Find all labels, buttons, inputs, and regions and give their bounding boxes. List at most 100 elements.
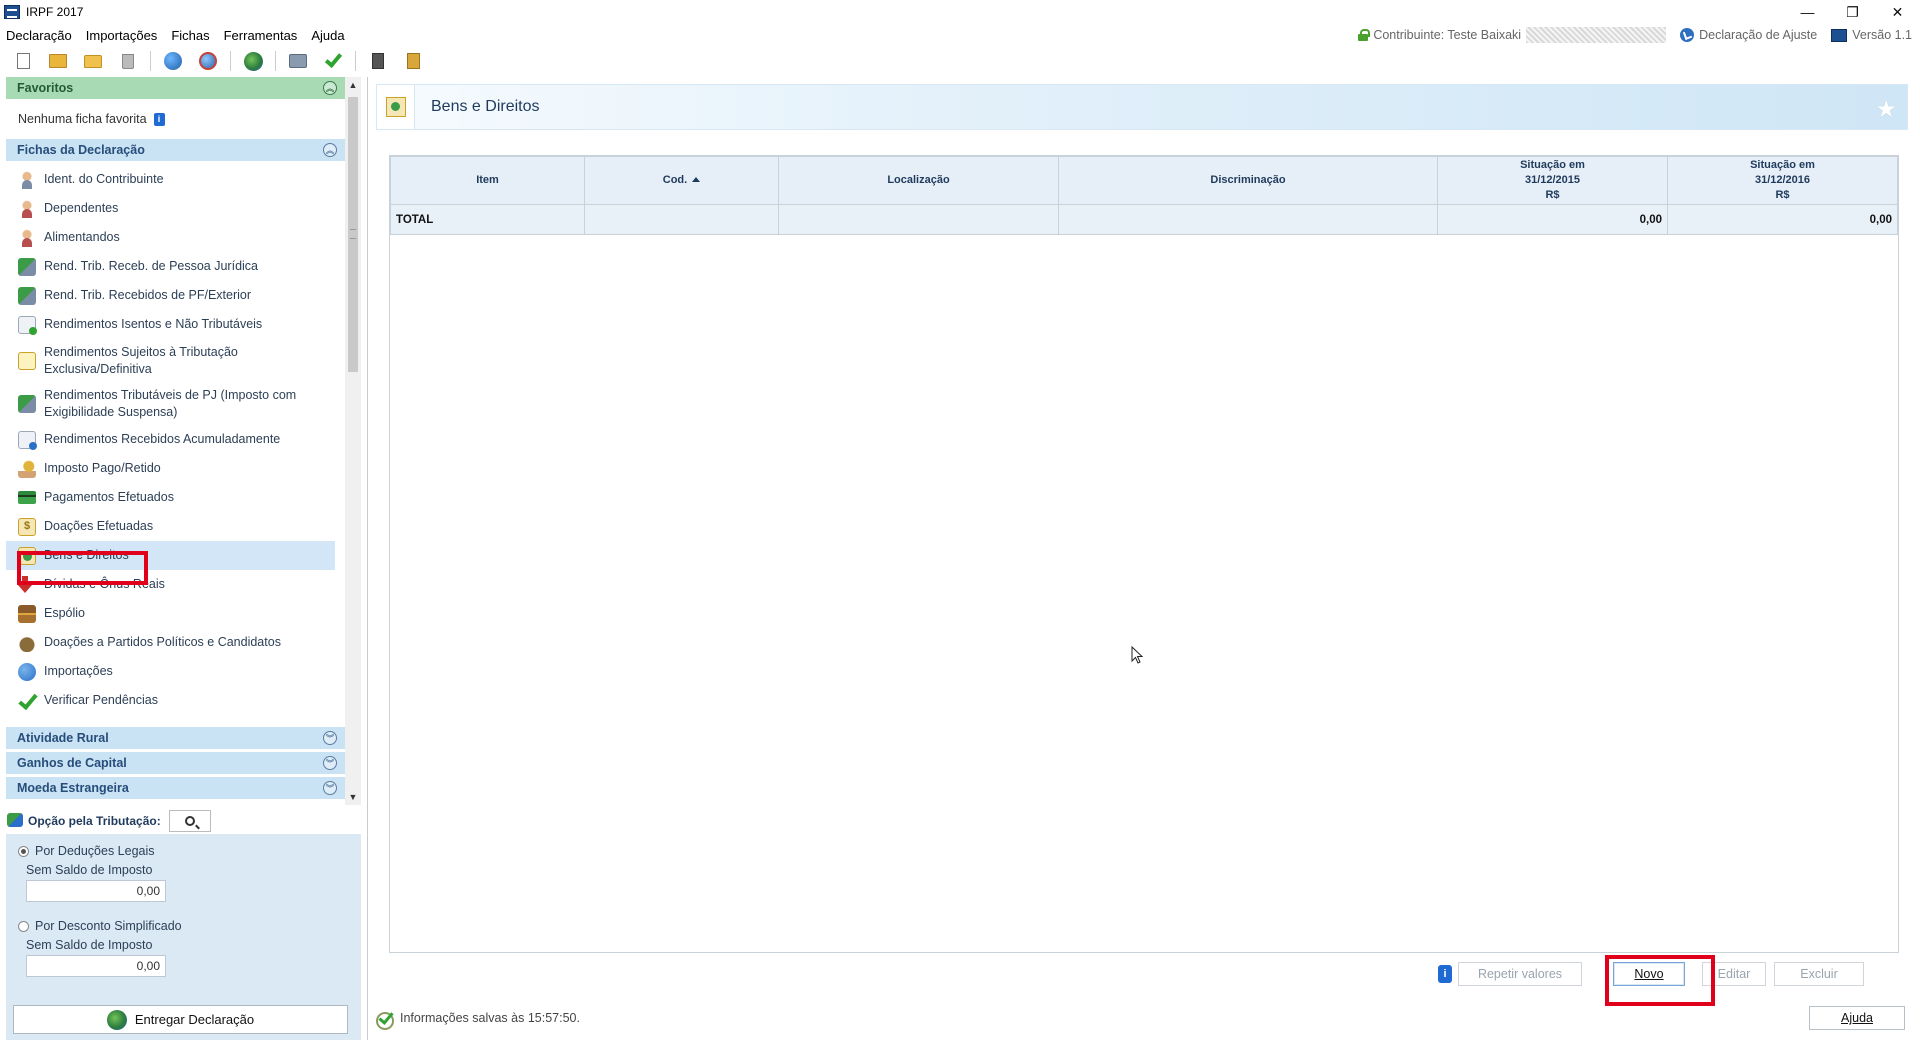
ficha-rend-suspensa[interactable]: Rendimentos Tributáveis de PJ (Imposto c…	[6, 382, 335, 425]
favorite-star-icon[interactable]: ★	[1875, 95, 1897, 124]
entregar-declaracao-button[interactable]: Entregar Declaração	[13, 1005, 348, 1034]
new-document-icon[interactable]	[10, 49, 36, 73]
dependents-icon	[18, 199, 36, 218]
donation-icon	[18, 517, 36, 536]
deducoes-value: 0,00	[26, 880, 166, 902]
folder-icon[interactable]	[80, 49, 106, 73]
globe-transmit-icon[interactable]	[160, 49, 186, 73]
restore-button[interactable]: ❐	[1830, 0, 1875, 24]
assets-icon	[18, 546, 36, 565]
col-situacao-2016[interactable]: Situação em 31/12/2016 R$	[1667, 156, 1898, 205]
col-discriminacao[interactable]: Discriminação	[1058, 156, 1438, 205]
moeda-estrangeira-header[interactable]: Moeda Estrangeira ︾	[6, 777, 345, 799]
atividade-rural-header[interactable]: Atividade Rural ︾	[6, 727, 345, 749]
ficha-dividas[interactable]: Dívidas e Ônus Reais	[6, 570, 335, 599]
ficha-label: Dívidas e Ônus Reais	[44, 577, 165, 591]
collapse-up-icon[interactable]: ︽	[323, 81, 337, 95]
menu-ajuda[interactable]: Ajuda	[304, 28, 351, 43]
info-icon[interactable]: i	[153, 112, 165, 126]
toolbar-separator	[230, 51, 231, 71]
ficha-rend-acumulados[interactable]: Rendimentos Recebidos Acumuladamente	[6, 425, 335, 454]
radio-desconto-simplificado[interactable]: Por Desconto Simplificado	[18, 919, 182, 933]
menu-declaracao[interactable]: Declaração	[0, 28, 79, 43]
page-banner: Bens e Direitos ★	[376, 84, 1908, 130]
credit-card-icon	[18, 491, 36, 504]
menu-importacoes[interactable]: Importações	[79, 28, 165, 43]
favoritos-header[interactable]: Favoritos ︽	[6, 77, 345, 99]
scroll-up-icon[interactable]: ▲	[345, 77, 361, 93]
excluir-button[interactable]: Excluir	[1774, 962, 1864, 986]
toolbar-separator	[355, 51, 356, 71]
section-title: Ganhos de Capital	[17, 756, 127, 770]
redacted-cpf	[1526, 27, 1667, 43]
ficha-label: Rendimentos Sujeitos à Tributação Exclus…	[44, 344, 238, 376]
menu-ferramentas[interactable]: Ferramentas	[217, 28, 305, 43]
estate-chest-icon	[18, 604, 36, 623]
ficha-doacoes[interactable]: Doações Efetuadas	[6, 512, 335, 541]
ficha-rend-pj[interactable]: Rend. Trib. Receb. de Pessoa Jurídica	[6, 252, 335, 281]
trash-icon[interactable]	[115, 49, 141, 73]
ficha-bens-direitos[interactable]: Bens e Direitos	[6, 541, 335, 570]
ajuda-button[interactable]: Ajuda	[1809, 1006, 1905, 1030]
menu-fichas[interactable]: Fichas	[164, 28, 216, 43]
bens-table-area: Item Cod. Localização Discriminação Situ…	[389, 155, 1899, 953]
ficha-pagamentos[interactable]: Pagamentos Efetuados	[6, 483, 335, 512]
total-label: TOTAL	[390, 204, 585, 235]
ficha-rend-exclusiva[interactable]: Rendimentos Sujeitos à Tributação Exclus…	[6, 339, 335, 382]
expand-down-icon[interactable]: ︾	[323, 781, 337, 795]
ficha-importacoes[interactable]: Importações	[6, 657, 335, 686]
col-item[interactable]: Item	[390, 156, 585, 205]
minimize-button[interactable]: —	[1785, 0, 1830, 24]
radio-selected-icon[interactable]	[18, 845, 29, 857]
expand-down-icon[interactable]: ︾	[323, 756, 337, 770]
ficha-ident-contribuinte[interactable]: Ident. do Contribuinte	[6, 165, 335, 194]
banner-icon-box	[377, 85, 415, 129]
novo-button[interactable]: Novo	[1613, 962, 1685, 986]
collapse-up-icon[interactable]: ︽	[323, 143, 337, 157]
ganhos-capital-header[interactable]: Ganhos de Capital ︾	[6, 752, 345, 774]
ficha-doacoes-partidos[interactable]: Doações a Partidos Políticos e Candidato…	[6, 628, 335, 657]
earth-icon[interactable]	[240, 49, 266, 73]
version-icon	[1831, 28, 1848, 42]
radio-unselected-icon[interactable]	[18, 920, 29, 932]
sidebar-scrollbar[interactable]: ▲ ▼	[345, 77, 361, 805]
calculator-icon[interactable]	[365, 49, 391, 73]
ficha-verificar-pendencias[interactable]: Verificar Pendências	[6, 686, 335, 715]
import-globe-icon	[18, 662, 36, 681]
ficha-dependentes[interactable]: Dependentes	[6, 194, 335, 223]
repetir-valores-button[interactable]: Repetir valores	[1458, 962, 1582, 986]
info-icon[interactable]: i	[1438, 965, 1452, 983]
col-cod-label: Cod.	[662, 174, 688, 186]
ficha-espolio[interactable]: Espólio	[6, 599, 335, 628]
col-situacao-2015[interactable]: Situação em 31/12/2015 R$	[1437, 156, 1668, 205]
saved-check-icon	[376, 1010, 394, 1030]
search-button[interactable]	[169, 810, 211, 832]
scroll-down-icon[interactable]: ▼	[345, 789, 361, 805]
print-icon[interactable]	[285, 49, 311, 73]
assets-icon	[385, 97, 406, 117]
desconto-value: 0,00	[26, 955, 166, 977]
globe-receive-icon[interactable]	[195, 49, 221, 73]
tributacao-header: Opção pela Tributação:	[6, 808, 361, 834]
radio-deducoes-legais[interactable]: Por Deduções Legais	[18, 844, 155, 858]
desconto-sub-label: Sem Saldo de Imposto	[26, 938, 153, 952]
close-button[interactable]: ✕	[1875, 0, 1920, 24]
title-bar: IRPF 2017 — ❐ ✕	[0, 0, 1920, 24]
expand-down-icon[interactable]: ︾	[323, 731, 337, 745]
ficha-alimentandos[interactable]: Alimentandos	[6, 223, 335, 252]
open-document-icon[interactable]	[45, 49, 71, 73]
tributacao-panel: Opção pela Tributação: Por Deduções Lega…	[6, 808, 361, 1040]
radio-label: Por Deduções Legais	[35, 844, 155, 858]
deducoes-sub-label: Sem Saldo de Imposto	[26, 863, 153, 877]
fichas-header[interactable]: Fichas da Declaração ︽	[6, 139, 345, 161]
ficha-rend-pf[interactable]: Rend. Trib. Recebidos de PF/Exterior	[6, 281, 335, 310]
earth-icon	[106, 1009, 127, 1030]
clipboard-icon[interactable]	[400, 49, 426, 73]
ficha-rend-isentos[interactable]: Rendimentos Isentos e Não Tributáveis	[6, 310, 335, 339]
ficha-imposto-pago[interactable]: Imposto Pago/Retido	[6, 454, 335, 483]
check-icon[interactable]	[320, 49, 346, 73]
col-localizacao[interactable]: Localização	[778, 156, 1059, 205]
col-cod[interactable]: Cod.	[584, 156, 779, 205]
warning-doc-icon	[18, 351, 36, 370]
editar-button[interactable]: Editar	[1702, 962, 1766, 986]
